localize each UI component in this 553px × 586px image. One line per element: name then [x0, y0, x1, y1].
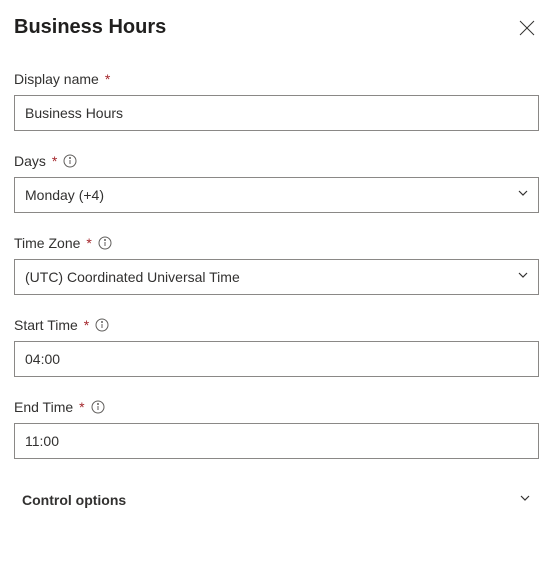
control-options-toggle[interactable]: Control options — [14, 481, 539, 517]
required-indicator: * — [84, 317, 89, 333]
chevron-down-icon — [519, 491, 531, 509]
timezone-select-wrap: (UTC) Coordinated Universal Time — [14, 259, 539, 295]
timezone-select[interactable]: (UTC) Coordinated Universal Time — [14, 259, 539, 295]
days-label: Days — [14, 153, 46, 169]
end-time-label: End Time — [14, 399, 73, 415]
required-indicator: * — [86, 235, 91, 251]
info-icon[interactable] — [95, 318, 109, 332]
panel-title: Business Hours — [14, 16, 166, 39]
timezone-label: Time Zone — [14, 235, 80, 251]
field-label-row: Display name * — [14, 71, 539, 87]
control-options-label: Control options — [22, 492, 126, 508]
start-time-label: Start Time — [14, 317, 78, 333]
business-hours-panel: Business Hours Display name * Days * — [0, 0, 553, 521]
info-icon[interactable] — [91, 400, 105, 414]
panel-header: Business Hours — [14, 16, 539, 43]
info-icon[interactable] — [63, 154, 77, 168]
display-name-field: Display name * — [14, 71, 539, 131]
required-indicator: * — [52, 153, 57, 169]
close-button[interactable] — [515, 16, 539, 43]
field-label-row: Start Time * — [14, 317, 539, 333]
days-field: Days * Monday (+4) — [14, 153, 539, 213]
display-name-input[interactable] — [14, 95, 539, 131]
days-select-wrap: Monday (+4) — [14, 177, 539, 213]
end-time-input[interactable] — [14, 423, 539, 459]
field-label-row: Time Zone * — [14, 235, 539, 251]
required-indicator: * — [79, 399, 84, 415]
field-label-row: End Time * — [14, 399, 539, 415]
start-time-input[interactable] — [14, 341, 539, 377]
start-time-field: Start Time * — [14, 317, 539, 377]
days-select[interactable]: Monday (+4) — [14, 177, 539, 213]
required-indicator: * — [105, 71, 110, 87]
field-label-row: Days * — [14, 153, 539, 169]
close-icon — [519, 20, 535, 39]
end-time-field: End Time * — [14, 399, 539, 459]
display-name-label: Display name — [14, 71, 99, 87]
timezone-field: Time Zone * (UTC) Coordinated Universal … — [14, 235, 539, 295]
info-icon[interactable] — [98, 236, 112, 250]
